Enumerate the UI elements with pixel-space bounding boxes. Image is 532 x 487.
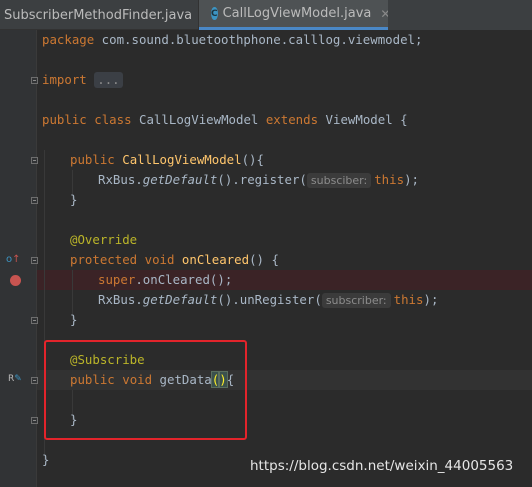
constructor-name: CallLogViewModel <box>122 152 242 167</box>
highlight-box <box>44 340 247 440</box>
package-name: com.sound.bluetoothphone.calllog.viewmod… <box>94 32 423 47</box>
fold-marker[interactable] <box>31 197 38 204</box>
code-text: (){ <box>241 152 264 167</box>
code-text: () { <box>249 252 279 267</box>
code-line-brace[interactable]: } <box>70 310 77 330</box>
class-icon: C <box>211 7 218 20</box>
code-line-brace[interactable]: } <box>70 190 77 210</box>
code-line-super-call[interactable]: super.onCleared(); <box>98 270 232 290</box>
class-name: CallLogViewModel <box>139 112 259 127</box>
fold-marker[interactable] <box>31 317 38 324</box>
tab-call-log-view-model[interactable]: C CallLogViewModel.java ✕ <box>199 0 390 30</box>
code-text: ().register( <box>217 172 307 187</box>
folded-imports[interactable]: ... <box>94 72 123 88</box>
keyword: import <box>42 72 87 87</box>
tab-subscriber-method-finder[interactable]: SubscriberMethodFinder.java ✕ <box>0 0 211 30</box>
fold-marker[interactable] <box>31 257 38 264</box>
tab-label: SubscriberMethodFinder.java <box>4 7 193 23</box>
fold-marker[interactable] <box>31 157 38 164</box>
code-line-on-cleared[interactable]: protected void onCleared() { <box>70 250 279 270</box>
code-text: ().unRegister( <box>217 292 322 307</box>
code-line-class-declaration[interactable]: public class CallLogViewModel extends Vi… <box>42 110 408 130</box>
keyword: super <box>98 272 136 287</box>
code-line-import[interactable]: import ... <box>42 70 123 90</box>
code-line-package[interactable]: package com.sound.bluetoothphone.calllog… <box>42 30 422 50</box>
keyword: extends <box>265 112 319 127</box>
breakpoint-icon[interactable] <box>10 275 21 286</box>
override-icon[interactable]: o↑ <box>6 254 21 265</box>
code-line-unregister[interactable]: RxBus.getDefault().unRegister(subscriber… <box>98 290 438 310</box>
keyword: class <box>94 112 132 127</box>
code-line-override[interactable]: @Override <box>70 230 137 250</box>
code-line-class-close[interactable]: } <box>42 450 49 470</box>
superclass: ViewModel { <box>325 112 408 127</box>
method-name: onCleared <box>181 252 250 267</box>
parameter-hint: subsciber: <box>306 173 372 188</box>
closing-brace: } <box>42 452 50 467</box>
keyword: public <box>70 152 115 167</box>
keyword: this <box>374 172 405 187</box>
code-line-register[interactable]: RxBus.getDefault().register(subsciber: th… <box>98 170 419 190</box>
watermark: https://blog.csdn.net/weixin_44005563 <box>250 458 514 474</box>
annotation: @Override <box>70 232 138 247</box>
keyword: this <box>393 292 424 307</box>
parameter-hint: subscriber: <box>321 293 391 308</box>
closing-brace: } <box>70 192 78 207</box>
static-method: getDefault <box>142 292 218 307</box>
code-text: RxBus. <box>98 292 143 307</box>
static-method: getDefault <box>142 172 218 187</box>
code-text: .onCleared(); <box>135 272 233 287</box>
fold-marker[interactable] <box>31 77 38 84</box>
keyword: public <box>42 112 87 127</box>
code-text: ); <box>404 172 419 187</box>
keyword: package <box>42 32 95 47</box>
editor-tab-bar: SubscriberMethodFinder.java ✕ C CallLogV… <box>0 0 532 30</box>
tab-bar-empty-area <box>388 0 532 30</box>
keyword: protected <box>70 252 138 267</box>
code-text: RxBus. <box>98 172 143 187</box>
subscriber-method-icon[interactable]: R✎ <box>8 374 22 384</box>
closing-brace: } <box>70 312 78 327</box>
keyword: void <box>144 252 175 267</box>
code-text: ); <box>423 292 439 307</box>
fold-marker[interactable] <box>31 417 38 424</box>
fold-marker[interactable] <box>31 377 38 384</box>
tab-label: CallLogViewModel.java <box>222 6 372 21</box>
code-line-constructor[interactable]: public CallLogViewModel(){ <box>70 150 264 170</box>
